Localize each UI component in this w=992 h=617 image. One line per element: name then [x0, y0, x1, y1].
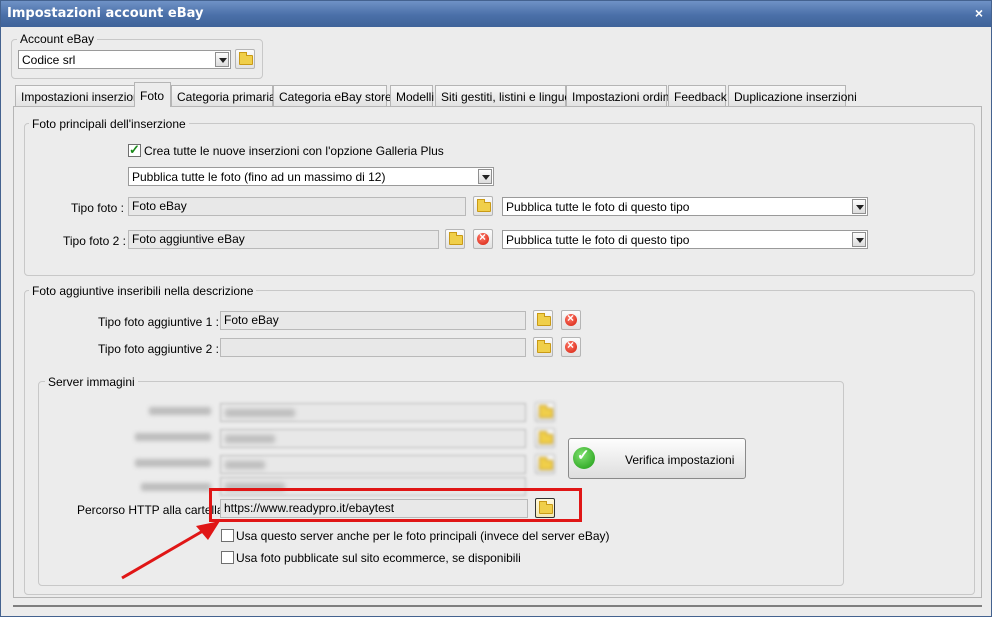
tipo-foto2-delete-button[interactable]: [473, 229, 493, 249]
redacted-field[interactable]: [220, 455, 526, 474]
settings-window: Impostazioni account eBay × Account eBay…: [0, 0, 992, 617]
tipo-foto2-select[interactable]: Pubblica tutte le foto di questo tipo: [502, 230, 868, 249]
tipo-aggiuntive2-field[interactable]: [220, 338, 526, 357]
publish-count-value: Pubblica tutte le foto (fino ad un massi…: [132, 170, 386, 184]
tipo-foto2-field[interactable]: Foto aggiuntive eBay: [128, 230, 439, 249]
tipo-foto2-label: Tipo foto 2 :: [63, 234, 126, 248]
tab-modelli[interactable]: Modelli: [390, 85, 434, 106]
http-path-label: Percorso HTTP alla cartella: [77, 503, 224, 517]
account-folder-button[interactable]: [235, 49, 255, 69]
redacted-label: [141, 483, 211, 491]
tab-impostazioni-ordini[interactable]: Impostazioni ordini: [566, 85, 672, 106]
tipo-aggiuntive2-label: Tipo foto aggiuntive 2 :: [98, 342, 219, 356]
folder-icon: [239, 52, 253, 65]
title-bar[interactable]: Impostazioni account eBay ×: [1, 1, 991, 27]
tipo-foto-folder-button[interactable]: [473, 196, 493, 216]
tipo-foto2-value: Foto aggiuntive eBay: [132, 232, 245, 246]
bottom-divider: [13, 605, 982, 607]
tipo-foto-select-value: Pubblica tutte le foto di questo tipo: [506, 200, 690, 214]
tab-impostazioni-inserzioni[interactable]: Impostazioni inserzioni: [15, 85, 142, 106]
redacted-field[interactable]: [220, 403, 526, 422]
folder-icon: [539, 405, 553, 418]
verify-settings-label: Verifica impostazioni: [625, 453, 735, 467]
redacted-label: [135, 459, 211, 467]
folder-icon: [477, 199, 491, 212]
folder-icon: [537, 340, 551, 353]
folder-icon: [537, 313, 551, 326]
tab-siti-gestiti[interactable]: Siti gestiti, listini e lingue: [435, 85, 571, 106]
tipo-foto-value: Foto eBay: [132, 199, 187, 213]
folder-icon: [449, 232, 463, 245]
delete-icon: [565, 338, 577, 353]
tab-categoria-primaria[interactable]: Categoria primaria: [171, 85, 276, 106]
gallery-plus-checkbox[interactable]: [128, 142, 141, 158]
tipo-aggiuntive1-delete-button[interactable]: [561, 310, 581, 330]
chevron-down-icon[interactable]: [852, 199, 866, 214]
account-legend: Account eBay: [17, 32, 98, 46]
tipo-foto2-folder-button[interactable]: [445, 229, 465, 249]
publish-count-select[interactable]: Pubblica tutte le foto (fino ad un massi…: [128, 167, 494, 186]
main-photos-legend: Foto principali dell'inserzione: [29, 117, 189, 131]
tipo-foto-select[interactable]: Pubblica tutte le foto di questo tipo: [502, 197, 868, 216]
arrow-annotation: [121, 521, 220, 580]
redacted-folder-button[interactable]: [535, 402, 555, 422]
server-legend: Server immagini: [45, 375, 138, 389]
tipo-foto-label: Tipo foto :: [71, 201, 124, 215]
window-title: Impostazioni account eBay: [7, 6, 204, 21]
gallery-plus-label: Crea tutte le nuove inserzioni con l'opz…: [144, 144, 444, 158]
verify-settings-button[interactable]: ✓ Verifica impostazioni: [568, 438, 746, 479]
delete-icon: [477, 230, 489, 245]
account-select[interactable]: Codice srl: [18, 50, 231, 69]
redacted-folder-button[interactable]: [535, 454, 555, 474]
tab-duplicazione-inserzioni[interactable]: Duplicazione inserzioni: [728, 85, 857, 106]
close-icon[interactable]: ×: [975, 5, 983, 21]
redacted-label: [135, 433, 211, 441]
redacted-field[interactable]: [220, 429, 526, 448]
tab-categoria-ebay-store[interactable]: Categoria eBay store: [273, 85, 392, 106]
account-value: Codice srl: [22, 53, 76, 67]
tab-feedback[interactable]: Feedback: [668, 85, 727, 106]
chevron-down-icon[interactable]: [478, 169, 492, 184]
tipo-aggiuntive1-folder-button[interactable]: [533, 310, 553, 330]
tab-foto[interactable]: Foto: [134, 82, 171, 107]
use-site-label: Usa foto pubblicate sul sito ecommerce, …: [236, 551, 521, 565]
extra-photos-legend: Foto aggiuntive inseribili nella descriz…: [29, 284, 257, 298]
tipo-foto-field[interactable]: Foto eBay: [128, 197, 466, 216]
tipo-aggiuntive2-delete-button[interactable]: [561, 337, 581, 357]
tipo-aggiuntive2-folder-button[interactable]: [533, 337, 553, 357]
chevron-down-icon[interactable]: [215, 52, 229, 67]
redacted-folder-button[interactable]: [535, 428, 555, 448]
check-icon-mark: ✓: [577, 447, 590, 464]
redacted-label: [149, 407, 211, 415]
use-server-label: Usa questo server anche per le foto prin…: [236, 529, 610, 543]
highlight-box: [209, 488, 582, 522]
delete-icon: [565, 311, 577, 326]
tipo-aggiuntive1-label: Tipo foto aggiuntive 1 :: [98, 315, 219, 329]
tipo-aggiuntive1-field[interactable]: Foto eBay: [220, 311, 526, 330]
folder-icon: [539, 457, 553, 470]
chevron-down-icon[interactable]: [852, 232, 866, 247]
tipo-foto2-select-value: Pubblica tutte le foto di questo tipo: [506, 233, 690, 247]
tipo-aggiuntive1-value: Foto eBay: [224, 313, 279, 327]
folder-icon: [539, 431, 553, 444]
